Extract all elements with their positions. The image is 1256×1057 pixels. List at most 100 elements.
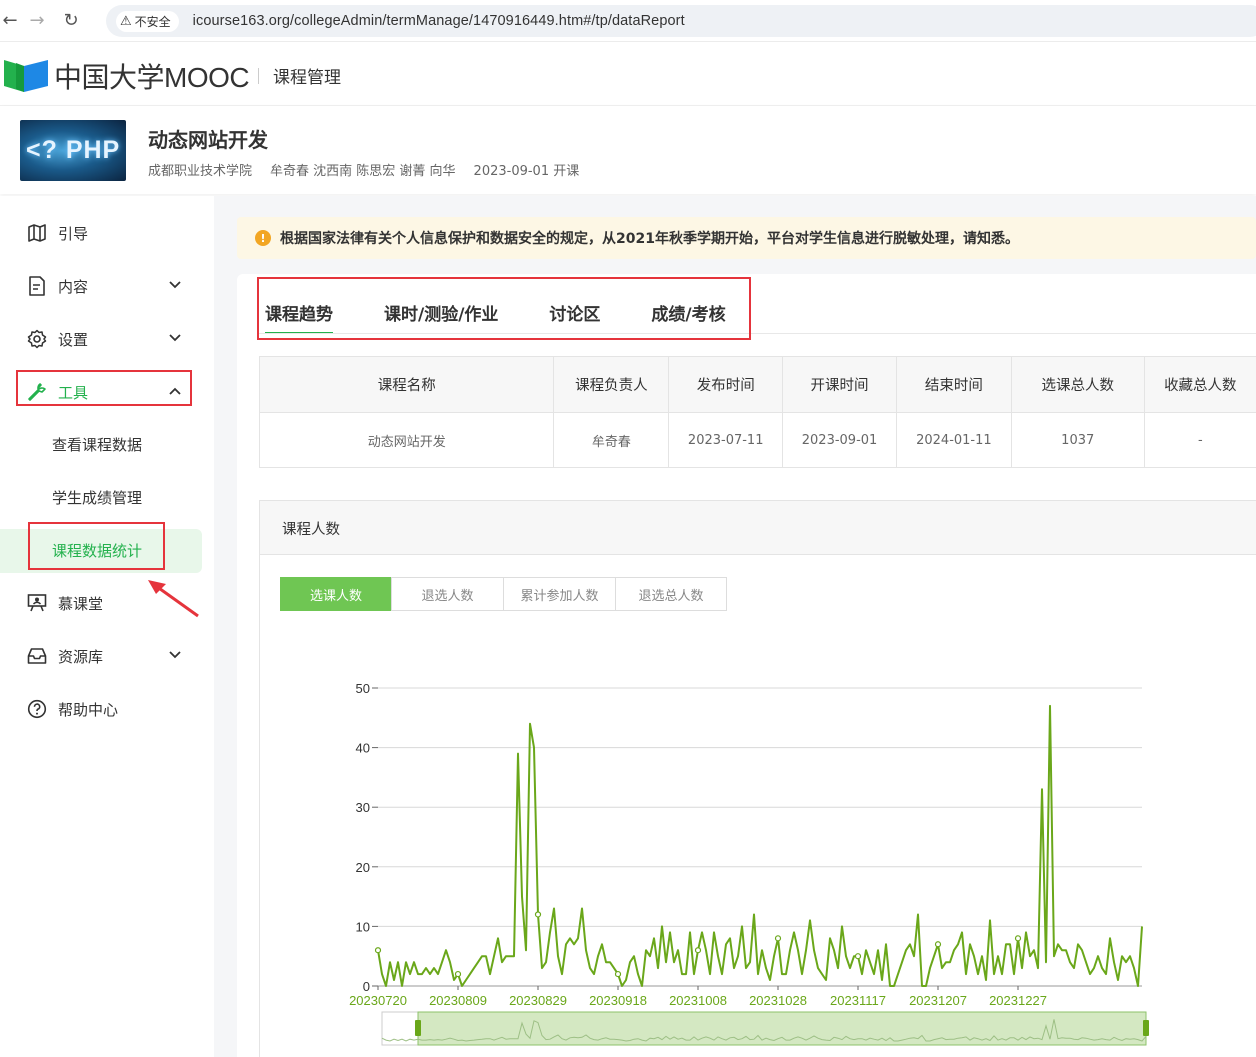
sidebar-item-settings[interactable]: 设置 <box>0 319 214 359</box>
y-tick-label: 0 <box>363 979 370 994</box>
gear-icon <box>26 328 48 350</box>
sidebar-item-resources[interactable]: 资源库 <box>0 636 214 676</box>
segment-dropped[interactable]: 退选人数 <box>391 577 504 611</box>
course-banner: <? PHP 动态网站开发 成都职业技术学院 牟奇春 沈西南 陈思宏 谢菁 向华… <box>0 106 1256 194</box>
table-cell: 牟奇春 <box>553 412 670 468</box>
y-tick-label: 10 <box>356 919 370 934</box>
course-school: 成都职业技术学院 <box>148 164 253 179</box>
x-tick-label: 20231028 <box>749 993 807 1008</box>
address-bar[interactable]: ⚠ 不安全 icourse163.org/collegeAdmin/termMa… <box>106 5 1256 37</box>
privacy-notice: ! 根据国家法律有关个人信息保护和数据安全的规定，从2021年秋季学期开始，平台… <box>237 217 1256 259</box>
course-title: 动态网站开发 <box>148 128 268 152</box>
segment-cumulative[interactable]: 累计参加人数 <box>503 577 616 611</box>
table-header-cell: 课程名称 <box>258 356 555 413</box>
table-row: 动态网站开发 牟奇春 2023-07-11 2023-09-01 2024-01… <box>258 412 1256 468</box>
data-point <box>1014 935 1022 942</box>
table-cell: - <box>1143 412 1256 468</box>
table-header-cell: 选课总人数 <box>1010 356 1145 413</box>
chevron-down-icon[interactable] <box>168 332 182 346</box>
sidebar-subitem-view-course-data[interactable]: 查看课程数据 <box>52 434 142 455</box>
sidebar-item-label: 内容 <box>58 277 89 296</box>
segment-total-dropped[interactable]: 退选总人数 <box>615 577 727 611</box>
annotation-arrow-icon <box>148 580 199 618</box>
chevron-down-icon[interactable] <box>168 649 182 663</box>
inbox-icon <box>26 645 48 667</box>
sidebar-item-label: 引导 <box>58 224 89 243</box>
sidebar-item-guide[interactable]: 引导 <box>0 213 214 253</box>
data-point <box>374 947 382 954</box>
table-cell: 2023-09-01 <box>782 412 897 468</box>
zoom-slider-handle <box>415 1020 421 1036</box>
sidebar-item-help-center[interactable]: 帮助中心 <box>0 689 214 729</box>
x-tick-label: 20230809 <box>429 993 487 1008</box>
data-point <box>454 970 462 978</box>
data-point <box>774 935 782 942</box>
sidebar-subitem-grade-management[interactable]: 学生成绩管理 <box>52 487 142 508</box>
help-icon <box>26 698 48 720</box>
x-tick-label: 20231207 <box>909 993 967 1008</box>
data-point <box>534 911 542 918</box>
y-tick-label: 50 <box>356 681 370 696</box>
course-teachers: 牟奇春 沈西南 陈思宏 谢菁 向华 <box>270 164 456 179</box>
enrollment-line-chart: 0 10 20 30 40 50 20230720 20230809 20230829 20230… <box>349 681 1149 1046</box>
table-cell: 2024-01-11 <box>895 412 1012 468</box>
x-tick-label: 20231227 <box>989 993 1047 1008</box>
sidebar-item-label: 帮助中心 <box>58 700 119 719</box>
course-meta: 成都职业技术学院 牟奇春 沈西南 陈思宏 谢菁 向华 2023-09-01 开课 <box>148 160 579 179</box>
logo-text[interactable]: 中国大学MOOC <box>54 56 250 96</box>
table-cell: 1037 <box>1010 412 1145 468</box>
annotation-box-tools <box>16 370 192 406</box>
x-tick-label: 20231008 <box>669 993 727 1008</box>
segment-enrolled[interactable]: 选课人数 <box>280 577 392 611</box>
header-section-title: 课程管理 <box>273 68 341 88</box>
header-divider <box>258 68 259 84</box>
annotation-box-course-statistics <box>28 522 165 570</box>
warning-triangle-icon: ⚠ <box>120 13 132 29</box>
data-point <box>934 941 942 948</box>
security-indicator[interactable]: ⚠ 不安全 <box>116 10 179 32</box>
table-header-cell: 开课时间 <box>782 356 897 413</box>
sidebar-item-label: 慕课堂 <box>58 594 104 613</box>
back-button[interactable]: ← <box>0 6 20 36</box>
x-tick-label: 20230918 <box>589 993 647 1008</box>
table-cell: 2023-07-11 <box>668 412 784 468</box>
map-icon <box>26 222 48 244</box>
url-text[interactable]: icourse163.org/collegeAdmin/termManage/1… <box>193 13 685 29</box>
x-tick-label: 20231117 <box>830 993 886 1008</box>
metric-segmented-control: 选课人数 退选人数 累计参加人数 退选总人数 <box>280 577 727 611</box>
course-thumbnail: <? PHP <box>20 120 126 181</box>
table-header-row: 课程名称 课程负责人 发布时间 开课时间 结束时间 选课总人数 收藏总人数 <box>258 356 1256 413</box>
document-icon <box>26 275 48 297</box>
classroom-icon <box>26 592 48 614</box>
data-point <box>694 947 702 954</box>
chart-section-title: 课程人数 <box>282 522 340 538</box>
forward-button[interactable]: → <box>20 6 54 36</box>
annotation-box-tabs <box>257 277 751 340</box>
zoom-slider-handle <box>1143 1020 1149 1036</box>
table-cell: 动态网站开发 <box>258 412 555 468</box>
data-point <box>854 953 862 960</box>
chart-card-header: 课程人数 <box>260 501 1256 555</box>
data-point <box>614 970 622 978</box>
arrow-right-icon: → <box>29 10 45 31</box>
y-tick-label: 40 <box>356 741 370 756</box>
x-tick-label: 20230829 <box>509 993 567 1008</box>
security-label: 不安全 <box>134 14 171 29</box>
warning-icon: ! <box>255 230 271 246</box>
reload-button[interactable]: ↻ <box>54 6 88 36</box>
course-start-date: 2023-09-01 开课 <box>473 164 580 179</box>
x-tick-label: 20230720 <box>349 993 407 1008</box>
chevron-down-icon[interactable] <box>168 279 182 293</box>
reload-icon: ↻ <box>63 10 79 31</box>
browser-toolbar: ← → ↻ ⚠ 不安全 icourse163.org/collegeAdmin/… <box>0 0 1256 42</box>
site-header: 中国大学MOOC 课程管理 <box>0 42 1256 106</box>
zoom-slider-window <box>417 1011 1147 1046</box>
course-thumbnail-text: <? PHP <box>26 136 121 164</box>
y-tick-label: 30 <box>356 800 370 815</box>
table-header-cell: 收藏总人数 <box>1143 356 1256 413</box>
mooc-logo-icon[interactable] <box>4 58 48 92</box>
table-header-cell: 发布时间 <box>668 356 784 413</box>
sidebar: 引导 内容 设置 工具 查看课程数据 学生成绩管理 课程数据统计 慕课堂 资源库… <box>0 196 214 1057</box>
sidebar-item-content[interactable]: 内容 <box>0 266 214 306</box>
table-header-cell: 课程负责人 <box>553 356 670 413</box>
